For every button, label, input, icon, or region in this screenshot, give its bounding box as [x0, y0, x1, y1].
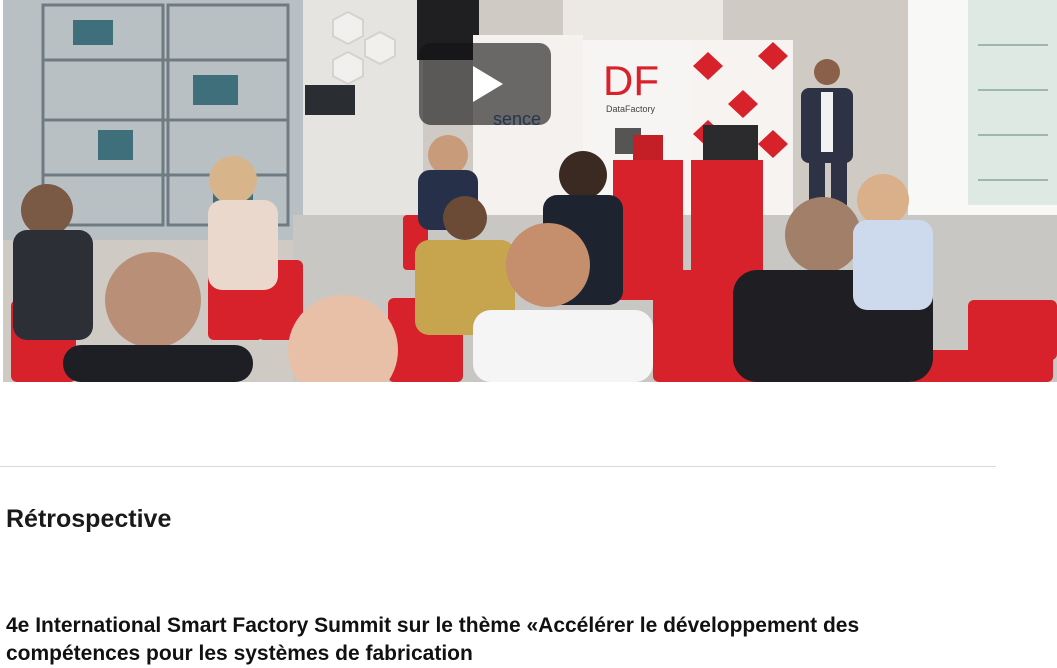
- banner-df-logo: DF: [603, 57, 659, 104]
- section-divider: [0, 466, 996, 467]
- event-video[interactable]: sence DF DataFactory: [3, 0, 1057, 382]
- play-button[interactable]: [419, 43, 551, 125]
- play-icon: [473, 66, 503, 102]
- article-heading[interactable]: 4e International Smart Factory Summit su…: [6, 612, 876, 668]
- section-title: Rétrospective: [6, 505, 172, 533]
- banner-datafactory-text: DataFactory: [606, 104, 656, 114]
